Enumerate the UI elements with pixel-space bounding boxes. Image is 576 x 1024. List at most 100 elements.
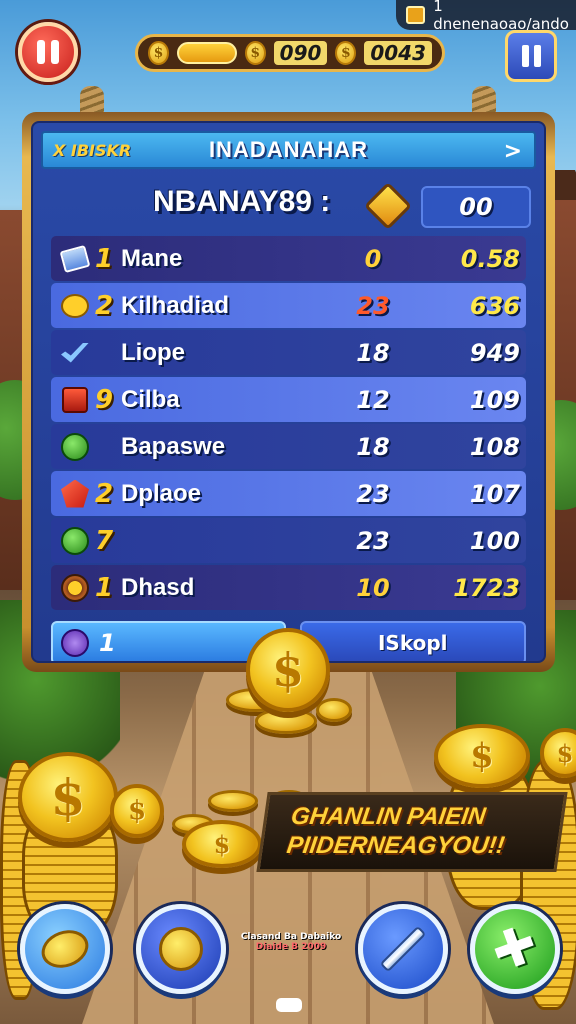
check-icon [61, 342, 89, 363]
gem-icon [406, 6, 426, 24]
table-row[interactable]: 9 Cilba 12 109 [51, 377, 526, 422]
panel-header: X IBISKR INADANAHAR > [41, 131, 536, 169]
coin-icon: $ [335, 41, 357, 65]
banner-line-2: PIIDERNEAGYOU!! [285, 832, 507, 859]
row-total: 636 [469, 291, 520, 320]
row-rank: 1 [94, 572, 114, 603]
table-row[interactable]: 1 Mane 0 0.58 [51, 236, 526, 281]
coin-large: $ [18, 752, 118, 842]
table-row[interactable]: 2 Dplaoe 23 107 [51, 471, 526, 516]
row-score: 0 [364, 244, 382, 273]
red-box-icon [62, 386, 88, 413]
diamond-icon [363, 181, 413, 231]
coin-large: $ [246, 628, 330, 712]
panel-title: INADANAHAR [208, 137, 369, 162]
plus-icon: ✚ [484, 913, 546, 985]
table-row[interactable]: 2 Kilhadiad 23 636 [51, 283, 526, 328]
banner-line-1: GHANLIN PAIEIN [289, 803, 488, 831]
home-indicator[interactable] [276, 998, 302, 1012]
table-row[interactable]: 7 23 100 [51, 518, 526, 563]
orb-icon [61, 629, 89, 657]
pause-button[interactable] [18, 22, 78, 82]
coin-flat [208, 790, 258, 812]
value-box: 00 [421, 186, 531, 228]
coin-button[interactable] [20, 904, 110, 994]
leaderboard-list: 1 Mane 0 0.58 2 Kilhadiad 23 636 Liope 18 949 9 Cilb… [51, 236, 526, 612]
row-rank: 9 [94, 384, 114, 415]
coin-value-2: 0043 [364, 41, 433, 65]
row-score: 23 [356, 479, 390, 508]
row-icon-wrap [59, 526, 91, 556]
row-name: Bapaswe [121, 432, 226, 460]
row-icon-wrap [59, 244, 91, 274]
panel-subtitle: NBANAY89 : [153, 185, 331, 218]
row-icon-wrap [59, 432, 91, 462]
table-row[interactable]: 1 Dhasd 10 1723 [51, 565, 526, 610]
row-name: Cilba [121, 385, 180, 413]
red-gem-icon [61, 479, 89, 508]
plus-button[interactable]: ✚ [470, 904, 560, 994]
row-total: 949 [469, 338, 520, 367]
row-name: Kilhadiad [121, 291, 230, 319]
table-row[interactable]: Bapaswe 18 108 [51, 424, 526, 469]
coin-value-1: 090 [273, 41, 328, 65]
leaderboard-inner: X IBISKR INADANAHAR > NBANAY89 : 00 1 Man… [31, 121, 546, 663]
row-icon-wrap [59, 479, 91, 509]
dollar-coin-button[interactable] [136, 904, 226, 994]
row-rank: 1 [94, 243, 114, 274]
coin-bar: $ $ 090 $ 0043 [135, 34, 445, 72]
table-row[interactable]: Liope 18 949 [51, 330, 526, 375]
row-name: Dhasd [121, 573, 195, 601]
coin-tilted: $ [182, 820, 262, 868]
row-icon-wrap [59, 338, 91, 368]
row-icon-wrap [59, 385, 91, 415]
promo-banner: GHANLIN PAIEIN PIIDERNEAGYOU!! [256, 792, 568, 872]
row-total: 0.58 [460, 244, 520, 273]
chevron-right-icon[interactable]: > [504, 139, 522, 164]
row-score: 18 [356, 338, 390, 367]
coin-progress-fill [176, 42, 237, 64]
row-total: 107 [469, 479, 520, 508]
row-name: Mane [121, 244, 183, 272]
row-score: 12 [356, 385, 390, 414]
pencil-button[interactable] [358, 904, 448, 994]
row-score: 18 [356, 432, 390, 461]
row-total: 108 [469, 432, 520, 461]
leaderboard-panel: X IBISKR INADANAHAR > NBANAY89 : 00 1 Man… [22, 112, 555, 672]
row-score: 23 [356, 526, 390, 555]
speech-bubble-icon [61, 293, 89, 318]
coin-medium: $ [110, 784, 164, 838]
row-name: Liope [121, 338, 185, 366]
panel-action-button[interactable]: ISkopl [299, 621, 526, 661]
row-name: Dplaoe [121, 479, 202, 507]
pause-icon [37, 40, 45, 64]
green-orb-icon [61, 526, 89, 555]
panel-action-label: ISkopl [377, 631, 448, 655]
caption-line-1: Clasand Ba Dabaiko [240, 932, 342, 942]
row-rank: 2 [94, 478, 114, 509]
player-rank-value: 1 [99, 629, 116, 657]
status-text: 1 dnenenaoao/ando [433, 0, 569, 33]
row-rank: 7 [94, 525, 114, 556]
menu-button[interactable] [505, 30, 557, 82]
bottom-caption: Clasand Ba Dabaiko Diaide B 2009 [236, 932, 346, 952]
green-orb-icon [61, 432, 89, 461]
caption-line-2: Diaide B 2009 [255, 942, 327, 952]
coin-large: $ [434, 724, 530, 788]
dollar-coin-icon [159, 927, 203, 971]
row-total: 1723 [453, 573, 520, 602]
row-total: 100 [469, 526, 520, 555]
row-rank: 2 [94, 290, 114, 321]
row-total: 109 [469, 385, 520, 414]
status-bar: 1 dnenenaoao/ando [396, 0, 576, 33]
pause-icon [521, 45, 529, 67]
document-icon [59, 244, 91, 273]
coin-icon: $ [244, 41, 266, 65]
pencil-icon [379, 925, 427, 973]
coin-flat [316, 698, 352, 722]
coin-icon: $ [148, 41, 169, 65]
heart-icon [61, 573, 89, 602]
row-score: 10 [356, 573, 390, 602]
coin-icon [36, 923, 94, 975]
row-icon-wrap [59, 291, 91, 321]
